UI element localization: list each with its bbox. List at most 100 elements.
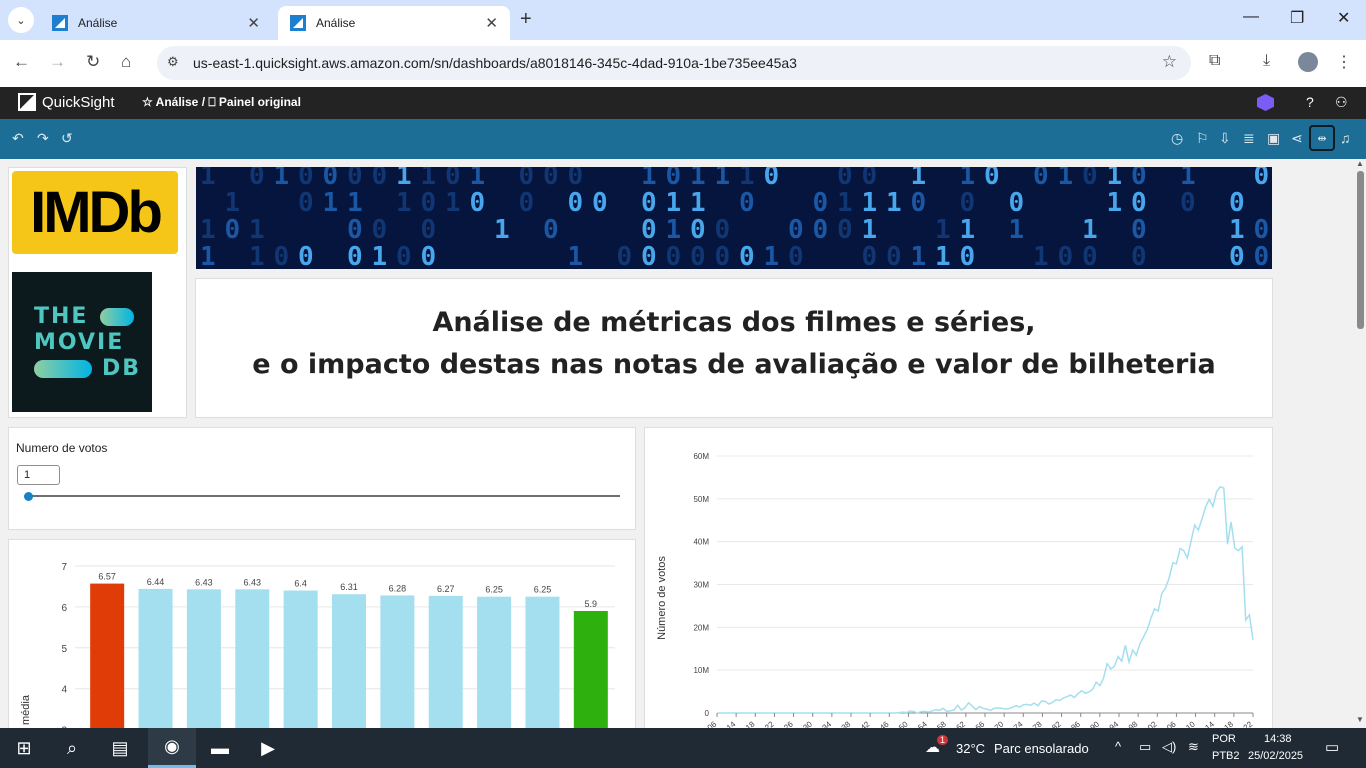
- breadcrumb-dashboard[interactable]: Painel original: [219, 95, 301, 109]
- banner-digit: 0: [298, 242, 314, 269]
- tab-title: Análise: [78, 16, 118, 30]
- volume-icon[interactable]: ◁): [1162, 739, 1176, 755]
- banner-digit: 0: [788, 215, 804, 245]
- restore-icon[interactable]: ❐: [1290, 8, 1304, 28]
- line-x-tick-label: 46: [878, 719, 891, 728]
- fit-width-icon[interactable]: ⇹: [1309, 125, 1335, 151]
- media-player-icon[interactable]: ▶: [244, 728, 292, 768]
- search-icon[interactable]: ⌕: [48, 728, 96, 768]
- banner-digit: 0: [861, 242, 878, 269]
- votes-min-input[interactable]: 1: [17, 465, 60, 485]
- votes-series-line: [717, 485, 1254, 714]
- profile-avatar[interactable]: [1298, 52, 1318, 72]
- browser-tab-2[interactable]: Análise ✕: [278, 6, 510, 40]
- weather-text[interactable]: Parc ensolarado: [994, 741, 1089, 756]
- wifi-icon[interactable]: ≋: [1188, 739, 1199, 755]
- breadcrumb: ☆ Análise / ⎕ Painel original: [142, 95, 301, 110]
- alerts-icon[interactable]: ♫: [1340, 130, 1351, 146]
- weather-temp[interactable]: 32°C: [956, 741, 985, 756]
- banner-digit: 0: [543, 167, 559, 191]
- site-info-icon[interactable]: ⚙: [167, 54, 179, 70]
- tab-search-button[interactable]: ⌄: [8, 7, 34, 33]
- scroll-up-icon[interactable]: ▲: [1356, 159, 1364, 168]
- banner-digit: 0: [837, 215, 853, 245]
- page-scrollbar[interactable]: ▲ ▼: [1354, 159, 1366, 728]
- close-tab-icon[interactable]: ✕: [247, 14, 260, 32]
- tmdb-pill-2: [34, 360, 92, 378]
- breadcrumb-separator: /: [201, 95, 206, 109]
- banner-digit: 0: [347, 215, 363, 245]
- banner-digit: 0: [1057, 242, 1074, 269]
- share-icon[interactable]: ⋖: [1291, 130, 1303, 147]
- help-icon[interactable]: ?: [1306, 94, 1314, 110]
- line-y-tick-label: 10M: [693, 666, 709, 675]
- bar: [525, 596, 560, 728]
- reload-icon[interactable]: ↻: [86, 52, 100, 72]
- browser-tab-1[interactable]: Análise ✕: [40, 6, 272, 40]
- reset-icon[interactable]: ↺: [61, 130, 73, 147]
- scroll-thumb[interactable]: [1357, 171, 1364, 329]
- line-chart-panel: 0 10M 20M 30M 40M 50M 60M 06 14 18 22 26 30 34 38 42 46 5…: [644, 427, 1273, 728]
- close-window-icon[interactable]: ✕: [1337, 8, 1350, 28]
- votes-slider-thumb[interactable]: [24, 492, 33, 501]
- line-x-tick-label: 58: [935, 719, 948, 728]
- language-line-1[interactable]: POR: [1212, 733, 1236, 745]
- address-bar[interactable]: ⚙ us-east-1.quicksight.aws.amazon.com/sn…: [157, 46, 1191, 80]
- bookmark-icon[interactable]: ⚐: [1196, 130, 1209, 147]
- dataset-icon[interactable]: ≣: [1243, 130, 1255, 147]
- scroll-down-icon[interactable]: ▼: [1356, 715, 1364, 724]
- close-tab-icon[interactable]: ✕: [485, 14, 498, 32]
- banner-digit: 0: [739, 188, 755, 218]
- extensions-icon[interactable]: ⧉: [1209, 52, 1220, 70]
- bar-value-label: 6.25: [485, 585, 503, 595]
- back-icon[interactable]: ←: [13, 52, 30, 72]
- battery-icon[interactable]: ▭: [1139, 739, 1151, 755]
- redo-icon[interactable]: ↷: [37, 130, 49, 147]
- line-x-tick-label: 38: [840, 719, 853, 728]
- clock-date[interactable]: 25/02/2025: [1248, 750, 1303, 762]
- file-explorer-icon[interactable]: ▬: [196, 728, 244, 768]
- votes-slider-track[interactable]: [28, 495, 620, 497]
- clock-time[interactable]: 14:38: [1264, 733, 1292, 745]
- amazon-q-icon[interactable]: [1257, 94, 1274, 111]
- line-x-tick-label: 94: [1108, 719, 1121, 728]
- bookmark-star-icon[interactable]: ☆: [1162, 52, 1177, 72]
- task-view-icon[interactable]: ▤: [96, 728, 144, 768]
- line-x-tick-label: 10: [1184, 719, 1197, 728]
- home-icon[interactable]: ⌂: [121, 52, 131, 72]
- forward-icon[interactable]: →: [49, 52, 66, 72]
- banner-digit: 0: [665, 242, 682, 269]
- banner-digit: 1: [249, 215, 265, 245]
- line-x-tick-label: 78: [1031, 719, 1044, 728]
- breadcrumb-analysis[interactable]: Análise: [156, 95, 199, 109]
- new-tab-icon[interactable]: +: [520, 8, 532, 31]
- windows-start-icon[interactable]: ⊞: [0, 728, 48, 768]
- star-icon[interactable]: ☆: [142, 95, 153, 109]
- chrome-taskbar-icon[interactable]: ◉: [148, 728, 196, 768]
- bar-y-axis-label: média: [20, 694, 32, 725]
- banner-digit: 0: [518, 188, 535, 218]
- bar-y-tick-label: 6: [61, 603, 67, 614]
- line-y-tick-label: 60M: [693, 452, 709, 461]
- language-line-2[interactable]: PTB2: [1212, 750, 1240, 762]
- export-icon[interactable]: ⇩: [1219, 130, 1231, 147]
- banner-digit: 0: [249, 167, 265, 191]
- schedule-icon[interactable]: ◷: [1171, 130, 1183, 147]
- chrome-menu-icon[interactable]: ⋮: [1336, 52, 1352, 72]
- notifications-icon[interactable]: ▭: [1325, 738, 1339, 756]
- download-icon[interactable]: ⤓: [1263, 52, 1270, 70]
- banner-digit: 0: [420, 188, 437, 218]
- line-x-tick-label: 50: [897, 719, 910, 728]
- banner-digit: 1: [665, 188, 682, 218]
- banner-digit: 1: [935, 242, 951, 269]
- minimize-icon[interactable]: —: [1243, 8, 1259, 26]
- tray-chevron-icon[interactable]: ^: [1115, 739, 1121, 754]
- save-icon[interactable]: ▣: [1267, 130, 1280, 147]
- undo-icon[interactable]: ↶: [12, 130, 24, 147]
- line-x-tick-label: 06: [1165, 719, 1178, 728]
- user-icon[interactable]: ⚇: [1335, 94, 1348, 111]
- banner-digit: 0: [1082, 242, 1098, 269]
- banner-digit: 1: [249, 242, 265, 269]
- quicksight-brand[interactable]: QuickSight: [42, 94, 115, 111]
- bookmark-icon: ⎕: [208, 95, 216, 109]
